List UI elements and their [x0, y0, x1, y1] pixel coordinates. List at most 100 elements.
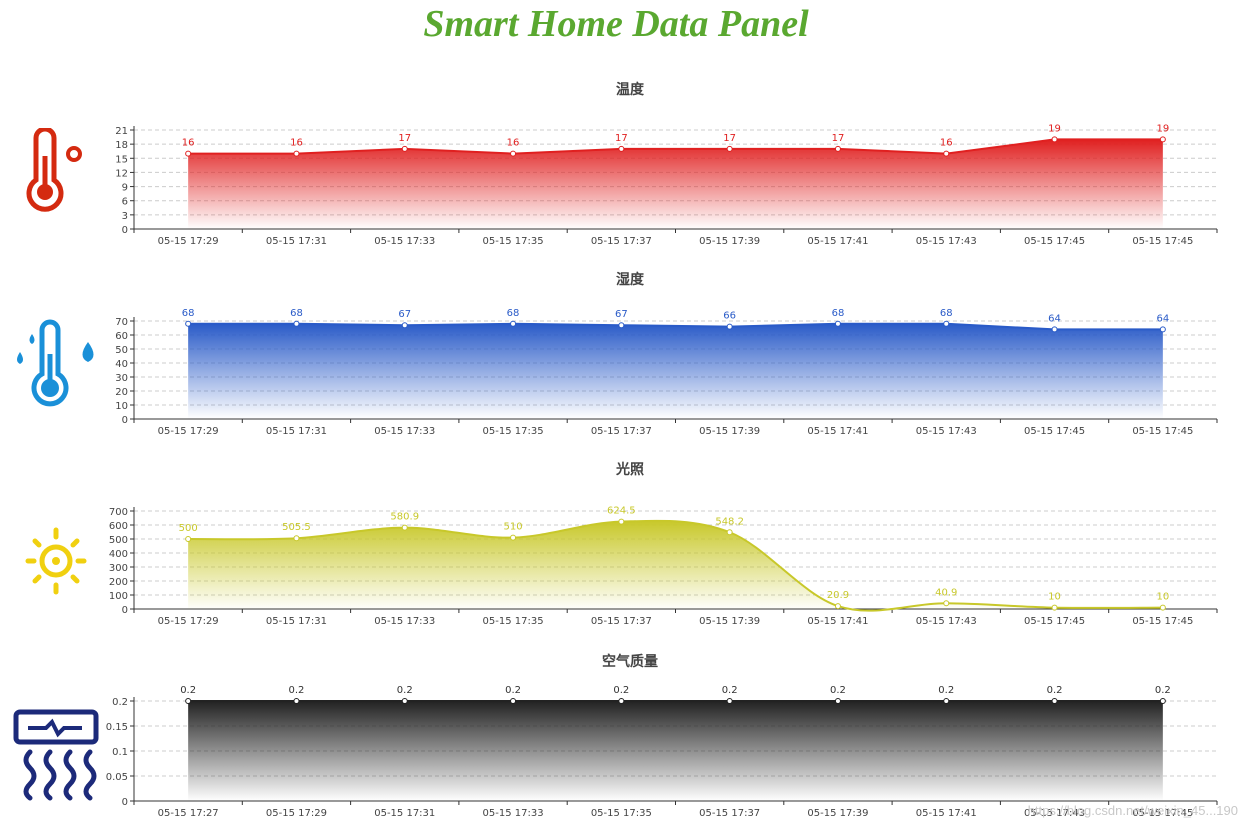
x-tick-label: 05-15 17:33 — [374, 616, 435, 627]
x-tick-label: 05-15 17:35 — [483, 616, 544, 627]
y-tick-label: 21 — [115, 126, 128, 137]
data-point — [726, 698, 733, 704]
data-point — [618, 518, 625, 525]
data-label: 0.2 — [180, 685, 196, 696]
data-label: 0.2 — [830, 685, 846, 696]
x-tick-label: 05-15 17:29 — [266, 808, 327, 819]
data-point — [510, 534, 517, 541]
light-chart: 光照 0 100 200 300 400 500 600 700 05-15 17:29 05-15… — [109, 461, 1218, 627]
data-point — [726, 323, 733, 330]
data-label: 0.2 — [1047, 685, 1063, 696]
y-tick-label: 0.15 — [106, 722, 128, 733]
data-label: 17 — [398, 133, 411, 144]
y-tick-label: 20 — [115, 387, 128, 398]
y-tick-label: 300 — [109, 563, 128, 574]
data-label: 16 — [507, 138, 520, 149]
x-tick-label: 05-15 17:41 — [807, 426, 868, 437]
data-point — [293, 150, 300, 157]
data-point — [510, 320, 517, 327]
data-point — [834, 145, 841, 152]
data-label: 0.2 — [938, 685, 954, 696]
data-point — [726, 145, 733, 152]
data-label: 500 — [179, 523, 198, 534]
x-tick-label: 05-15 17:33 — [483, 808, 544, 819]
x-tick-label: 05-15 17:45 — [1024, 616, 1085, 627]
y-tick-label: 70 — [115, 317, 128, 328]
y-tick-label: 100 — [109, 591, 128, 602]
data-label: 40.9 — [935, 587, 957, 598]
x-tick-label: 05-15 17:39 — [699, 426, 760, 437]
data-label: 10 — [1048, 592, 1061, 603]
page-title: Smart Home Data Panel — [423, 3, 809, 45]
y-tick-label: 12 — [115, 168, 128, 179]
data-label: 16 — [940, 138, 953, 149]
y-tick-label: 700 — [109, 507, 128, 518]
data-label: 17 — [615, 133, 628, 144]
data-point — [1051, 604, 1058, 611]
data-label: 580.9 — [390, 512, 419, 523]
y-tick-label: 0.05 — [106, 772, 128, 783]
x-tick-label: 05-15 17:31 — [266, 236, 327, 247]
x-tick-label: 05-15 17:29 — [158, 236, 219, 247]
x-tick-label: 05-15 17:37 — [591, 236, 652, 247]
y-tick-label: 0.1 — [112, 747, 128, 758]
x-tick-label: 05-15 17:35 — [483, 426, 544, 437]
x-tick-label: 05-15 17:35 — [591, 808, 652, 819]
data-point — [618, 322, 625, 329]
x-tick-label: 05-15 17:43 — [916, 236, 977, 247]
data-point — [401, 322, 408, 329]
data-point — [185, 320, 192, 327]
x-tick-label: 05-15 17:43 — [916, 426, 977, 437]
data-label: 68 — [507, 308, 520, 319]
data-point — [943, 150, 950, 157]
y-tick-label: 0 — [122, 415, 128, 426]
data-point — [1159, 326, 1166, 333]
x-tick-label: 05-15 17:31 — [374, 808, 435, 819]
data-point — [401, 145, 408, 152]
data-point — [1159, 604, 1166, 611]
y-tick-label: 500 — [109, 535, 128, 546]
data-label: 66 — [723, 311, 736, 322]
air-quality-chart: 空气质量 0 0.05 0.1 0.15 0.2 05-15 17:27 05-15 17:2… — [106, 653, 1218, 819]
data-point — [293, 320, 300, 327]
x-tick-label: 05-15 17:35 — [483, 236, 544, 247]
data-point — [293, 698, 300, 704]
data-label: 0.2 — [288, 685, 304, 696]
data-point — [1159, 136, 1166, 143]
data-label: 68 — [182, 308, 195, 319]
y-tick-label: 40 — [115, 359, 128, 370]
x-tick-label: 05-15 17:39 — [699, 236, 760, 247]
chart-title: 温度 — [616, 81, 645, 98]
data-label: 68 — [290, 308, 303, 319]
data-label: 19 — [1156, 123, 1169, 134]
data-point — [1051, 698, 1058, 704]
y-tick-label: 6 — [122, 197, 128, 208]
y-tick-label: 400 — [109, 549, 128, 560]
data-label: 0.2 — [613, 685, 629, 696]
y-tick-label: 0 — [122, 605, 128, 616]
y-tick-label: 18 — [115, 140, 128, 151]
series-area — [188, 323, 1163, 419]
data-point — [401, 524, 408, 531]
data-label: 0.2 — [397, 685, 413, 696]
data-point — [185, 698, 192, 704]
chart-title: 光照 — [615, 461, 644, 478]
data-label: 10 — [1156, 592, 1169, 603]
data-point — [1051, 326, 1058, 333]
data-point — [943, 600, 950, 607]
data-label: 16 — [182, 138, 195, 149]
x-tick-label: 05-15 17:39 — [699, 616, 760, 627]
x-tick-label: 05-15 17:33 — [374, 236, 435, 247]
data-label: 68 — [940, 308, 953, 319]
data-point — [834, 698, 841, 704]
data-point — [618, 698, 625, 704]
y-tick-label: 600 — [109, 521, 128, 532]
watermark: https://blog.csdn.net/weixin_45...190 — [1027, 803, 1238, 818]
x-tick-label: 05-15 17:45 — [1132, 236, 1193, 247]
data-point — [726, 529, 733, 536]
data-label: 0.2 — [1155, 685, 1171, 696]
x-tick-label: 05-15 17:45 — [1024, 236, 1085, 247]
y-tick-label: 50 — [115, 345, 128, 356]
y-tick-label: 200 — [109, 577, 128, 588]
x-tick-label: 05-15 17:45 — [1024, 426, 1085, 437]
